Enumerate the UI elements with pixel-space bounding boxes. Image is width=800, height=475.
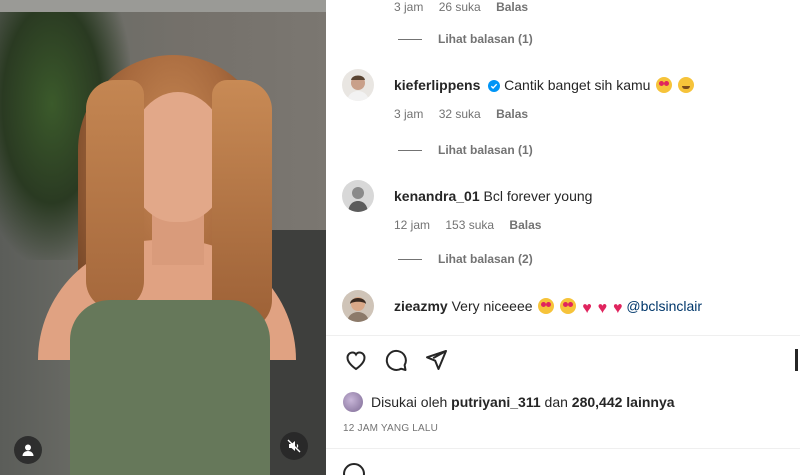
emoji-picker-button[interactable] — [342, 462, 366, 475]
likes-prefix: Disukai oleh — [371, 394, 448, 410]
section-divider — [326, 448, 800, 449]
comment-username[interactable]: kenandra_01 — [394, 188, 480, 204]
smiling-face-with-heart-eyes-icon — [538, 298, 555, 314]
user-tag-icon — [22, 444, 34, 456]
comment-body: Cantik banget sih kamu — [504, 77, 651, 93]
emoji-smiley-icon — [343, 463, 365, 475]
smiling-face-with-heart-eyes-icon — [656, 77, 673, 93]
like-button[interactable] — [342, 346, 370, 374]
comment-meta: 3 jam 32 suka Balas — [394, 107, 540, 121]
comment-time: 3 jam — [394, 0, 424, 14]
likes-conjunction: dan — [544, 394, 568, 410]
reply-button[interactable]: Balas — [496, 107, 528, 121]
comment-username[interactable]: kieferlippens — [394, 77, 480, 93]
likes-user[interactable]: putriyani_311 — [451, 394, 541, 410]
comment-button[interactable] — [382, 346, 410, 374]
comment-likes[interactable]: 26 suka — [439, 0, 481, 14]
background-shelf — [0, 0, 326, 12]
comment-meta: 12 jam 153 suka Balas — [394, 218, 553, 232]
red-heart-icon: ♥ — [597, 300, 608, 317]
section-divider — [326, 335, 800, 336]
reply-button[interactable]: Balas — [496, 0, 528, 14]
avatar-image — [342, 180, 374, 212]
avatar[interactable] — [342, 180, 374, 212]
comment-username[interactable]: zieazmy — [394, 298, 448, 314]
comment-meta: 3 jam 26 suka Balas — [394, 0, 540, 14]
comment-time: 12 jam — [394, 218, 431, 232]
view-replies-button[interactable]: Lihat balasan (1) — [398, 143, 533, 157]
bookmark-icon — [794, 349, 798, 371]
comment-likes[interactable]: 153 suka — [445, 218, 494, 232]
comment-likes[interactable]: 32 suka — [439, 107, 481, 121]
view-replies-label: Lihat balasan (1) — [438, 32, 533, 46]
person-top — [70, 300, 270, 475]
comment-text: kieferlippens Cantik banget sih kamu — [394, 76, 695, 94]
comment-time: 3 jam — [394, 107, 424, 121]
speaker-muted-icon — [287, 439, 301, 453]
mute-toggle-button[interactable] — [280, 432, 308, 460]
post-timestamp[interactable]: 12 JAM YANG LALU — [343, 423, 438, 434]
red-heart-icon: ♥ — [582, 300, 592, 317]
smiling-face-with-heart-eyes-icon — [560, 298, 577, 314]
person-hair-right — [212, 80, 272, 330]
view-replies-label: Lihat balasan (2) — [438, 252, 533, 266]
view-replies-button[interactable]: Lihat balasan (1) — [398, 32, 533, 46]
comment-mention[interactable]: @bclsinclair — [626, 298, 702, 314]
liker-avatar — [343, 392, 363, 412]
likes-summary: Disukai oleh putriyani_311 dan 280,442 l… — [343, 392, 675, 412]
likes-count[interactable]: 280,442 lainnya — [572, 394, 675, 410]
comment-body: Very niceeee — [451, 298, 533, 314]
post-actions — [326, 346, 800, 376]
comments-list[interactable]: 3 jam 26 suka Balas Lihat balasan (1) ki… — [326, 0, 800, 335]
comment-text: zieazmy Very niceeee ♥ ♥ ♥ @bclsinclair — [394, 297, 702, 318]
verified-badge-icon — [488, 80, 501, 92]
grinning-face-icon — [678, 77, 695, 93]
paper-plane-icon — [426, 350, 447, 370]
replies-line — [398, 38, 422, 40]
red-heart-icon: ♥ — [613, 300, 623, 317]
reply-button[interactable]: Balas — [509, 218, 541, 232]
replies-line — [398, 258, 422, 260]
view-replies-button[interactable]: Lihat balasan (2) — [398, 252, 533, 266]
tagged-users-button[interactable] — [14, 436, 42, 464]
replies-line — [398, 149, 422, 151]
avatar-image — [342, 290, 374, 322]
comment-bubble-icon — [385, 349, 407, 371]
comment-body: Bcl forever young — [483, 188, 593, 204]
avatar-image — [342, 69, 374, 101]
person-hair-left — [86, 80, 144, 310]
share-button[interactable] — [422, 346, 450, 374]
comment-text: kenandra_01 Bcl forever young — [394, 187, 592, 205]
avatar[interactable] — [342, 69, 374, 101]
heart-outline-icon — [346, 351, 366, 371]
reel-video[interactable] — [0, 0, 326, 475]
view-replies-label: Lihat balasan (1) — [438, 143, 533, 157]
save-button[interactable] — [792, 346, 800, 374]
avatar[interactable] — [342, 290, 374, 322]
